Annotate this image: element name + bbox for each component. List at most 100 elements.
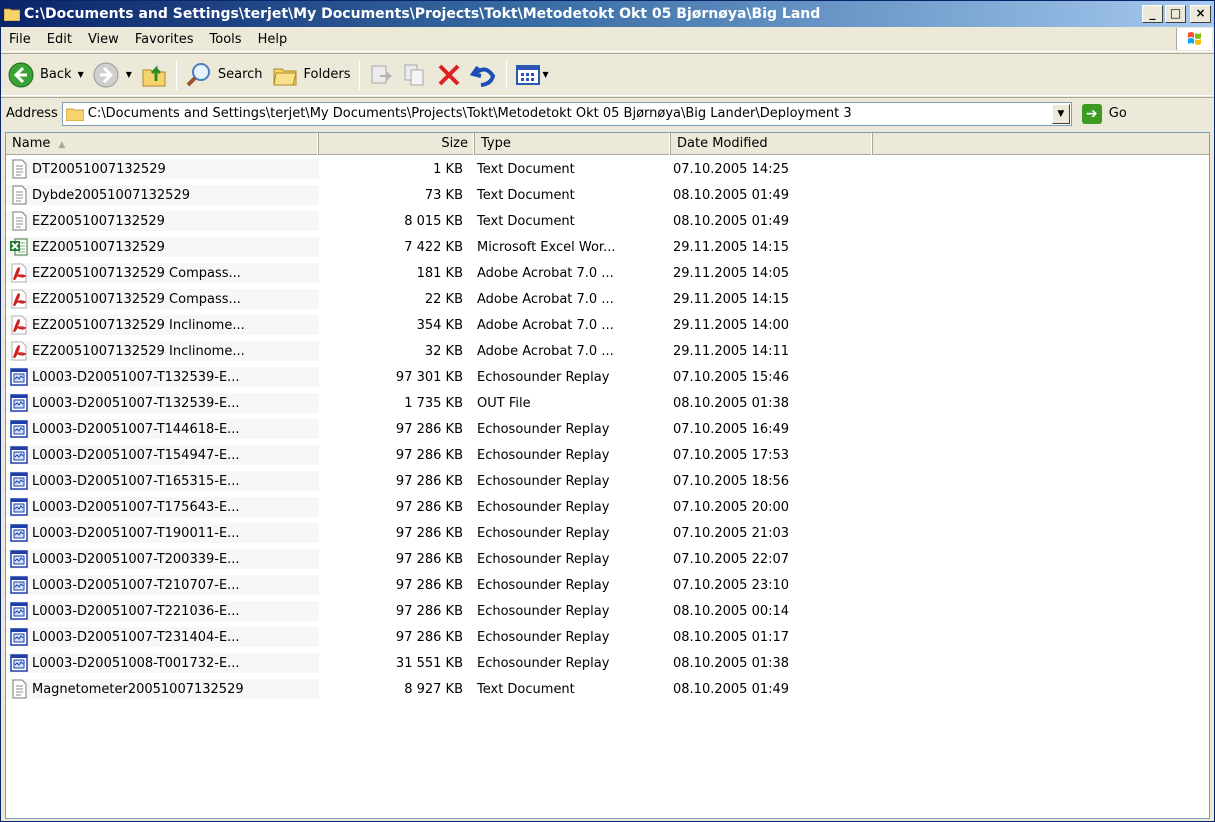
- file-name-cell[interactable]: L0003-D20051008-T001732-E...: [6, 653, 319, 673]
- file-row[interactable]: EZ20051007132529 Compass... 181 KB Adobe A…: [6, 260, 1209, 286]
- go-button[interactable]: ➔ Go: [1081, 103, 1127, 124]
- column-type[interactable]: Type: [475, 133, 671, 155]
- file-name-cell[interactable]: L0003-D20051007-T210707-E...: [6, 575, 319, 595]
- search-button[interactable]: Search: [181, 57, 267, 93]
- menu-favorites[interactable]: Favorites: [127, 32, 202, 47]
- file-row[interactable]: L0003-D20051008-T001732-E... 31 551 KB Ech…: [6, 650, 1209, 676]
- file-name-cell[interactable]: L0003-D20051007-T132539-E...: [6, 367, 319, 387]
- file-name-cell[interactable]: L0003-D20051007-T231404-E...: [6, 627, 319, 647]
- file-name-cell[interactable]: EZ20051007132529: [6, 237, 319, 257]
- menu-file[interactable]: File: [1, 32, 39, 47]
- menu-help[interactable]: Help: [250, 32, 296, 47]
- move-to-icon: [371, 65, 392, 83]
- file-row[interactable]: EZ20051007132529 Inclinome... 32 KB Adobe …: [6, 338, 1209, 364]
- file-row[interactable]: DT20051007132529 1 KB Text Document 07.10.2…: [6, 156, 1209, 182]
- close-button[interactable]: ×: [1190, 5, 1211, 23]
- column-header: Name ▲ Size Type Date Modified: [6, 133, 1209, 155]
- file-date-modified: 08.10.2005 01:38: [673, 655, 790, 671]
- file-row[interactable]: L0003-D20051007-T144618-E... 97 286 KB Ech…: [6, 416, 1209, 442]
- views-dropdown-icon[interactable]: ▼: [543, 70, 549, 79]
- forward-button[interactable]: ▼: [88, 57, 136, 93]
- title-bar[interactable]: C:\Documents and Settings\terjet\My Docu…: [1, 1, 1214, 27]
- file-row[interactable]: EZ20051007132529 Inclinome... 354 KB Adobe…: [6, 312, 1209, 338]
- minimize-button[interactable]: _: [1142, 5, 1163, 23]
- file-row[interactable]: L0003-D20051007-T200339-E... 97 286 KB Ech…: [6, 546, 1209, 572]
- file-name-cell[interactable]: EZ20051007132529 Compass...: [6, 263, 319, 283]
- text-document-icon: [10, 679, 28, 699]
- file-name-cell[interactable]: L0003-D20051007-T175643-E...: [6, 497, 319, 517]
- column-size[interactable]: Size: [319, 133, 475, 155]
- file-row[interactable]: L0003-D20051007-T165315-E... 97 286 KB Ech…: [6, 468, 1209, 494]
- address-field[interactable]: C:\Documents and Settings\terjet\My Docu…: [61, 101, 1072, 126]
- toolbar-separator: [358, 59, 360, 90]
- maximize-button[interactable]: □: [1165, 5, 1186, 23]
- address-value[interactable]: C:\Documents and Settings\terjet\My Docu…: [88, 106, 1048, 121]
- file-row[interactable]: L0003-D20051007-T154947-E... 97 286 KB Ech…: [6, 442, 1209, 468]
- file-name-cell[interactable]: L0003-D20051007-T144618-E...: [6, 419, 319, 439]
- copy-to-icon: [404, 64, 423, 85]
- file-row[interactable]: EZ20051007132529 8 015 KB Text Document 08.…: [6, 208, 1209, 234]
- file-row[interactable]: L0003-D20051007-T175643-E... 97 286 KB Ech…: [6, 494, 1209, 520]
- views-button[interactable]: ▼: [511, 57, 553, 93]
- file-name-cell[interactable]: L0003-D20051007-T132539-E...: [6, 393, 319, 413]
- file-name-cell[interactable]: DT20051007132529: [6, 159, 319, 179]
- file-name-cell[interactable]: EZ20051007132529: [6, 211, 319, 231]
- echosounder-icon: [10, 367, 28, 387]
- file-row[interactable]: EZ20051007132529 7 422 KB Microsoft Excel …: [6, 234, 1209, 260]
- column-date-modified[interactable]: Date Modified: [671, 133, 873, 155]
- menu-view[interactable]: View: [80, 32, 127, 47]
- back-dropdown-icon[interactable]: ▼: [78, 70, 84, 79]
- file-row[interactable]: L0003-D20051007-T132539-E... 97 301 KB Ech…: [6, 364, 1209, 390]
- pdf-icon: [10, 289, 28, 309]
- file-name-cell[interactable]: EZ20051007132529 Inclinome...: [6, 315, 319, 335]
- echosounder-icon: [10, 627, 28, 647]
- file-name-cell[interactable]: Dybde20051007132529: [6, 185, 319, 205]
- file-name-cell[interactable]: L0003-D20051007-T221036-E...: [6, 601, 319, 621]
- file-size: 8 015 KB: [404, 213, 463, 229]
- column-name[interactable]: Name ▲: [6, 133, 319, 155]
- file-row[interactable]: EZ20051007132529 Compass... 22 KB Adobe Ac…: [6, 286, 1209, 312]
- address-dropdown-icon[interactable]: ▼: [1051, 103, 1070, 124]
- file-name-cell[interactable]: L0003-D20051007-T190011-E...: [6, 523, 319, 543]
- file-row[interactable]: L0003-D20051007-T231404-E... 97 286 KB Ech…: [6, 624, 1209, 650]
- file-name-cell[interactable]: EZ20051007132529 Compass...: [6, 289, 319, 309]
- pdf-icon: [10, 315, 28, 335]
- text-document-icon: [10, 185, 28, 205]
- move-to-button[interactable]: [364, 57, 398, 93]
- up-folder-button[interactable]: [136, 57, 172, 93]
- file-name-cell[interactable]: L0003-D20051007-T200339-E...: [6, 549, 319, 569]
- file-date-modified: 08.10.2005 01:49: [673, 213, 790, 229]
- file-name: L0003-D20051007-T144618-E...: [32, 421, 240, 437]
- menu-tools[interactable]: Tools: [202, 32, 250, 47]
- up-folder-icon: [142, 64, 166, 86]
- file-type: OUT File: [477, 395, 531, 411]
- file-type: Adobe Acrobat 7.0 ...: [477, 265, 614, 281]
- file-date-modified: 29.11.2005 14:15: [673, 291, 790, 307]
- file-name-cell[interactable]: L0003-D20051007-T165315-E...: [6, 471, 319, 491]
- file-name-cell[interactable]: EZ20051007132529 Inclinome...: [6, 341, 319, 361]
- folders-button[interactable]: Folders: [267, 57, 355, 93]
- file-type: Echosounder Replay: [477, 447, 610, 463]
- file-size: 32 KB: [424, 343, 463, 359]
- file-row[interactable]: Dybde20051007132529 73 KB Text Document 08.…: [6, 182, 1209, 208]
- file-name-cell[interactable]: L0003-D20051007-T154947-E...: [6, 445, 319, 465]
- file-type: Echosounder Replay: [477, 369, 610, 385]
- file-row[interactable]: L0003-D20051007-T210707-E... 97 286 KB Ech…: [6, 572, 1209, 598]
- forward-dropdown-icon[interactable]: ▼: [126, 70, 132, 79]
- file-size: 97 301 KB: [395, 369, 463, 385]
- file-type: Echosounder Replay: [477, 603, 610, 619]
- copy-to-button[interactable]: [398, 57, 432, 93]
- folder-icon: [4, 8, 20, 21]
- file-size: 97 286 KB: [395, 603, 463, 619]
- file-list[interactable]: Name ▲ Size Type Date Modified DT20051007…: [5, 132, 1210, 819]
- file-name-cell[interactable]: Magnetometer20051007132529: [6, 679, 319, 699]
- delete-button[interactable]: [432, 57, 466, 93]
- menu-edit[interactable]: Edit: [39, 32, 80, 47]
- back-button[interactable]: Back ▼: [3, 57, 88, 93]
- file-size: 97 286 KB: [395, 447, 463, 463]
- undo-button[interactable]: [466, 57, 502, 93]
- file-row[interactable]: Magnetometer20051007132529 8 927 KB Text D…: [6, 676, 1209, 702]
- file-row[interactable]: L0003-D20051007-T190011-E... 97 286 KB Ech…: [6, 520, 1209, 546]
- file-row[interactable]: L0003-D20051007-T221036-E... 97 286 KB Ech…: [6, 598, 1209, 624]
- file-row[interactable]: L0003-D20051007-T132539-E... 1 735 KB OUT …: [6, 390, 1209, 416]
